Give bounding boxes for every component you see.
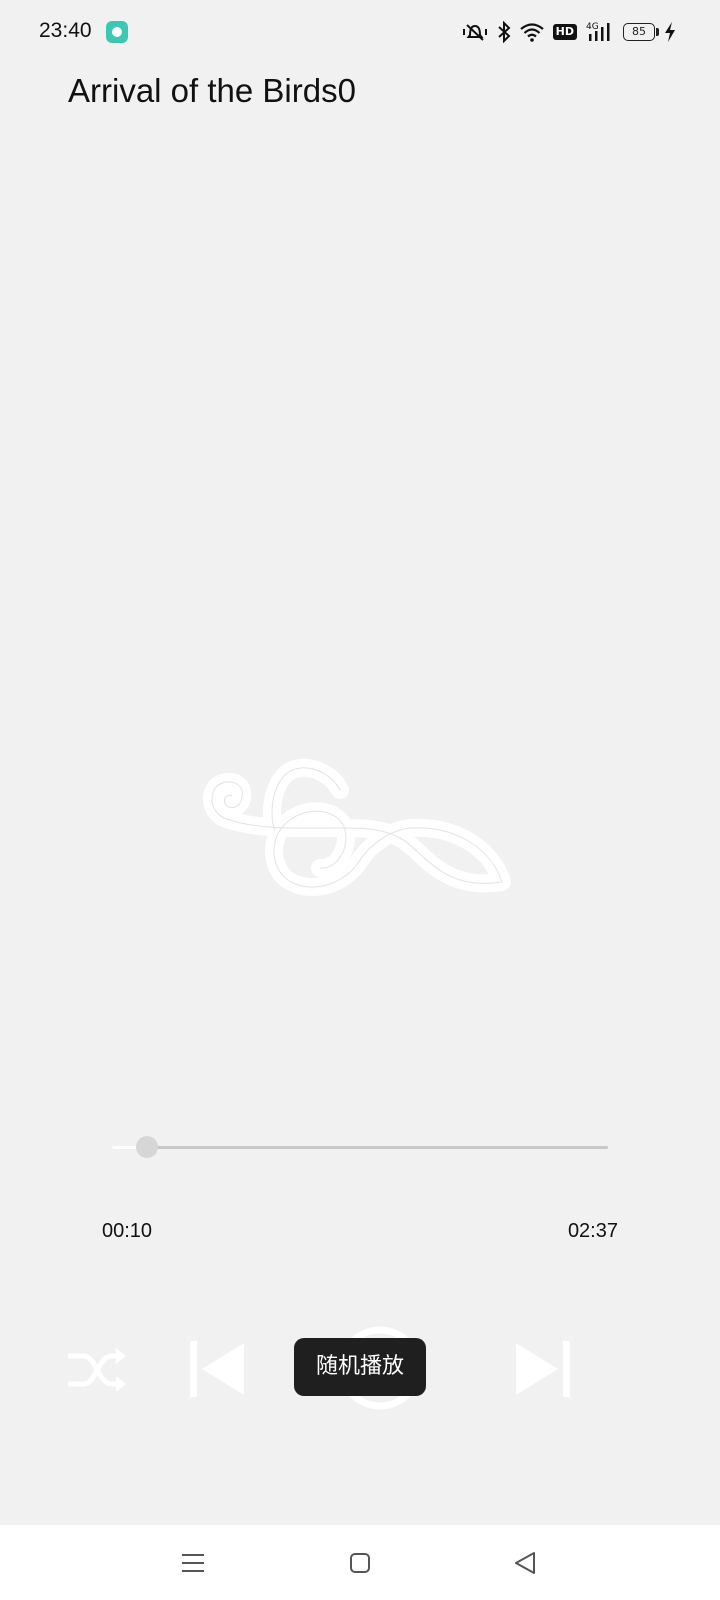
wifi-icon — [519, 23, 544, 42]
seek-track[interactable] — [112, 1146, 608, 1149]
status-bar: 23:40 HD 4G 85 — [0, 0, 720, 64]
shuffle-icon[interactable] — [66, 1344, 128, 1396]
previous-icon[interactable] — [190, 1341, 248, 1397]
seek-bar[interactable] — [112, 1136, 608, 1158]
total-time: 02:37 — [567, 1220, 618, 1242]
battery-icon: 85 — [623, 23, 659, 41]
app-notification-icon — [106, 21, 128, 43]
toast-message: 随机播放 — [294, 1338, 426, 1396]
home-icon — [350, 1552, 370, 1573]
back-icon — [515, 1551, 535, 1574]
treble-clef-icon — [203, 758, 511, 897]
network-type-label: 4G — [586, 22, 599, 32]
back-button[interactable] — [485, 1525, 565, 1600]
navigation-bar — [0, 1525, 720, 1600]
charging-icon — [665, 22, 675, 42]
hd-icon: HD — [552, 24, 577, 40]
menu-button[interactable] — [153, 1525, 233, 1600]
song-title: Arrival of the Birds0 — [68, 72, 356, 109]
signal-icon: 4G — [586, 22, 610, 41]
menu-icon — [182, 1553, 204, 1572]
seek-thumb[interactable] — [135, 1136, 158, 1158]
current-time: 00:10 — [102, 1220, 153, 1242]
status-icons: HD 4G 85 — [462, 20, 676, 44]
mute-vibrate-icon — [462, 24, 487, 41]
home-button[interactable] — [320, 1525, 400, 1600]
bluetooth-icon — [497, 21, 511, 43]
status-time: 23:40 — [39, 19, 92, 42]
next-icon[interactable] — [512, 1341, 570, 1397]
